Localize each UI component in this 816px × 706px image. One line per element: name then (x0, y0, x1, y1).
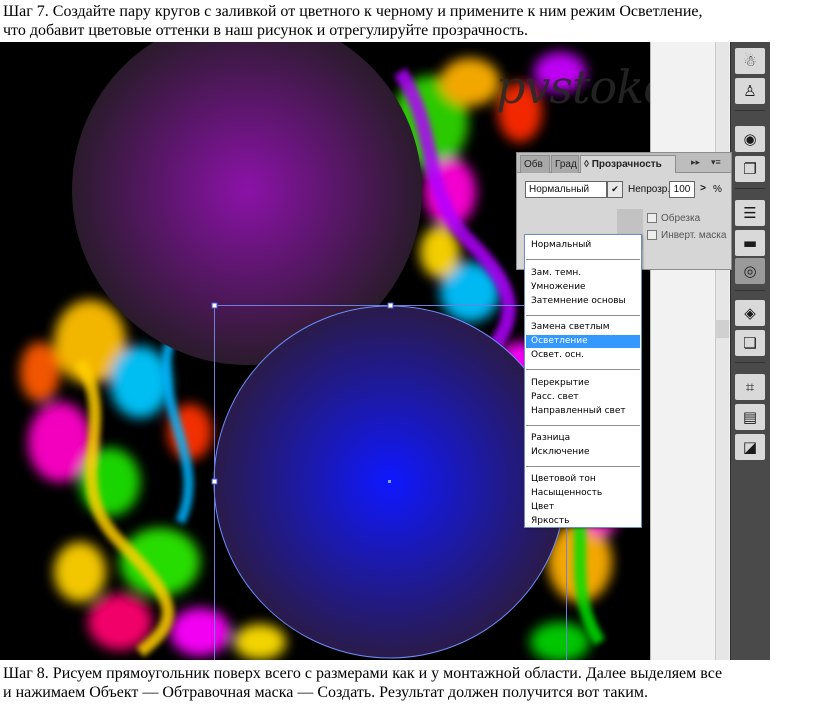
transform-icon[interactable]: ⌗ (735, 374, 765, 400)
blend-option-hue[interactable]: Цветовой тон (526, 473, 640, 486)
blend-option-color-burn[interactable]: Затемнение основы (526, 295, 640, 308)
appearance-icon[interactable]: ◉ (735, 126, 765, 152)
step8-line1: Шаг 8. Рисуем прямоугольник поверх всего… (3, 665, 723, 682)
percent-sign: % (713, 184, 722, 195)
blend-mode-dropdown: Нормальный Зам. темн. Умножение Затемнен… (524, 234, 642, 528)
step7-line1: Шаг 7. Создайте пару кругов с заливкой о… (3, 3, 703, 20)
graphic-styles-icon[interactable]: ❐ (735, 156, 765, 182)
blend-option-lighten[interactable]: Замена светлым (526, 321, 640, 334)
blend-mode-select[interactable]: Нормальный (525, 181, 607, 198)
clip-checkbox[interactable] (647, 213, 657, 223)
watermark: pvstoker.com (496, 60, 650, 114)
opacity-input[interactable]: 100 (669, 181, 695, 198)
panel-tabs: Обв Град ◊ Прозрачность ▸▸ ▾≡ (517, 153, 731, 173)
panel-toolbar: ☃ ♙ ◉ ❐ ☰ ▬ ◎ ◈ ❏ ⌗ ▤ ◪ (730, 42, 770, 660)
step7-text: Шаг 7. Создайте пару кругов с заливкой о… (3, 2, 702, 40)
pathfinder-icon[interactable]: ◪ (735, 434, 765, 460)
clip-label: Обрезка (661, 213, 701, 224)
blend-option-exclusion[interactable]: Исключение (526, 446, 640, 459)
blend-option-saturation[interactable]: Насыщенность (526, 487, 640, 500)
blend-option-difference[interactable]: Разница (526, 432, 640, 445)
puppet-icon[interactable]: ♙ (735, 78, 765, 104)
invert-mask-label: Инверт. маска (661, 230, 727, 241)
blend-option-overlay[interactable]: Перекрытие (526, 377, 640, 390)
tab-gradient[interactable]: Град (551, 155, 579, 173)
step7-line2: что добавит цветовые оттенки в наш рисун… (3, 22, 528, 39)
blend-option-darken[interactable]: Зам. темн. (526, 267, 640, 280)
blend-option-color[interactable]: Цвет (526, 501, 640, 514)
blend-option-normal[interactable]: Нормальный (526, 239, 640, 252)
tab-stroke[interactable]: Обв (520, 155, 550, 173)
opacity-arrow-icon[interactable]: > (697, 181, 709, 198)
tab-transparency[interactable]: ◊ Прозрачность (580, 155, 676, 173)
chevron-down-icon[interactable]: ✔ (607, 181, 623, 198)
illustrator-screenshot: pvstoker.com ☃ ♙ ◉ ❐ ☰ ▬ ◎ ◈ ❏ ⌗ ▤ ◪ (0, 42, 770, 660)
invert-mask-checkbox[interactable] (647, 230, 657, 240)
stroke-icon[interactable]: ☰ (735, 200, 765, 226)
blend-option-luminosity[interactable]: Яркость (526, 515, 640, 528)
blend-option-multiply[interactable]: Умножение (526, 281, 640, 294)
opacity-label: Непрозр.: (628, 184, 673, 195)
symbol-sprayer-icon[interactable]: ☃ (735, 48, 765, 74)
blend-option-color-dodge[interactable]: Освет. осн. (526, 349, 640, 362)
step8-text: Шаг 8. Рисуем прямоугольник поверх всего… (3, 664, 722, 702)
artboards-icon[interactable]: ❏ (735, 330, 765, 356)
blend-option-screen[interactable]: Осветление (526, 335, 640, 348)
align-icon[interactable]: ▤ (735, 404, 765, 430)
gradient-icon[interactable]: ▬ (735, 230, 765, 256)
transparency-icon[interactable]: ◎ (735, 258, 765, 284)
blend-option-soft-light[interactable]: Расс. свет (526, 391, 640, 404)
panel-menu-icon[interactable]: ▾≡ (711, 157, 721, 168)
panel-collapse-icon[interactable]: ▸▸ (691, 157, 700, 168)
scrollbar-thumb[interactable] (715, 320, 729, 338)
layers-icon[interactable]: ◈ (735, 300, 765, 326)
blend-option-hard-light[interactable]: Направленный свет (526, 405, 640, 418)
step8-line2: и нажимаем Объект — Обтравочная маска — … (3, 684, 648, 701)
vertical-scrollbar[interactable] (715, 42, 729, 660)
canvas-scroll-area (650, 42, 730, 660)
